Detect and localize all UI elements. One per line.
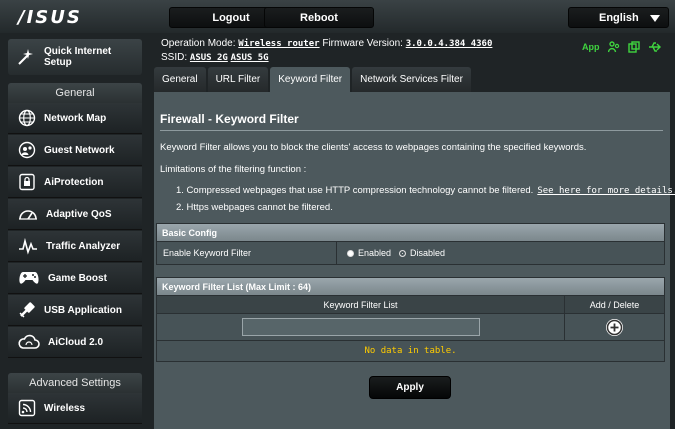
enable-keyword-filter-label: Enable Keyword Filter: [157, 242, 337, 264]
chevron-down-icon: [650, 15, 660, 22]
sidebar-item-label: USB Application: [44, 304, 122, 316]
general-section-header: General: [8, 83, 142, 103]
keyword-list-header: Keyword Filter List (Max Limit : 64): [157, 278, 664, 295]
reboot-button[interactable]: Reboot: [264, 7, 374, 28]
sidebar-item-adaptive-qos[interactable]: Adaptive QoS: [8, 199, 142, 230]
firmware-label: Firmware Version:: [322, 38, 403, 49]
sidebar-item-wireless[interactable]: Wireless: [8, 393, 142, 424]
usb-status-icon[interactable]: [648, 41, 662, 53]
apply-button[interactable]: Apply: [369, 376, 451, 399]
keyword-list-column-headers: Keyword Filter List Add / Delete: [157, 295, 664, 313]
limitation-1: 1. Compressed webpages that use HTTP com…: [176, 185, 675, 196]
firewall-tabs: General URL Filter Keyword Filter Networ…: [154, 67, 471, 92]
keyword-input[interactable]: [241, 318, 480, 336]
disabled-radio[interactable]: [399, 249, 407, 257]
description-text: Keyword Filter allows you to block the c…: [160, 142, 587, 153]
sidebar-item-label: Adaptive QoS: [46, 208, 112, 220]
sidebar-item-label: Guest Network: [44, 144, 115, 156]
lock-icon: [19, 173, 35, 191]
qis-label-2: Setup: [44, 57, 72, 68]
enable-keyword-filter-row: Enable Keyword Filter Enabled Disabled: [157, 241, 664, 264]
asus-logo: /ISUS: [18, 7, 82, 28]
tab-general[interactable]: General: [154, 67, 206, 92]
operation-info: Operation Mode: Wireless router Firmware…: [161, 37, 492, 65]
advanced-settings-header: Advanced Settings: [8, 373, 142, 393]
title-divider: [160, 130, 663, 131]
top-bar: /ISUS Logout Reboot English: [0, 0, 675, 33]
cloud-icon: [18, 334, 40, 349]
limitations-heading: Limitations of the filtering function :: [160, 164, 307, 175]
op-mode-label: Operation Mode:: [161, 38, 236, 49]
qis-label-1: Quick Internet: [44, 46, 112, 57]
traffic-icon: [19, 237, 37, 255]
ssid-label: SSID:: [161, 52, 188, 63]
keyword-input-row: [157, 313, 664, 340]
ssid-5g-link[interactable]: ASUS_5G: [231, 53, 269, 63]
sidebar-item-label: AiCloud 2.0: [48, 336, 104, 348]
disabled-label: Disabled: [410, 248, 446, 258]
sidebar-item-label: Game Boost: [48, 272, 107, 284]
quick-internet-setup-button[interactable]: Quick Internet Setup: [8, 39, 142, 75]
guest-network-icon: [18, 141, 36, 159]
sidebar: Quick Internet Setup General Network Map…: [0, 33, 150, 429]
sidebar-item-network-map[interactable]: Network Map: [8, 103, 142, 134]
app-link[interactable]: App: [582, 42, 600, 52]
sidebar-item-label: Traffic Analyzer: [46, 240, 121, 252]
keyword-filter-list-table: Keyword Filter List (Max Limit : 64) Key…: [156, 277, 665, 362]
firmware-link[interactable]: 3.0.0.4.384_4360: [406, 39, 493, 49]
ssid-2g-link[interactable]: ASUS_2G: [190, 53, 228, 63]
basic-config-table: Basic Config Enable Keyword Filter Enabl…: [156, 223, 665, 265]
content-panel: Firewall - Keyword Filter Keyword Filter…: [154, 92, 675, 429]
tab-url-filter[interactable]: URL Filter: [207, 67, 269, 92]
status-icons: App: [582, 41, 662, 53]
no-data-message: No data in table.: [157, 340, 664, 361]
plus-icon: [606, 319, 623, 335]
sidebar-item-usb-application[interactable]: USB Application: [8, 295, 142, 326]
sidebar-item-guest-network[interactable]: Guest Network: [8, 135, 142, 166]
sidebar-item-label: Wireless: [44, 402, 86, 414]
op-mode-link[interactable]: Wireless router: [238, 39, 319, 49]
enabled-label: Enabled: [358, 248, 392, 258]
sidebar-item-label: AiProtection: [44, 176, 104, 188]
sidebar-item-game-boost[interactable]: Game Boost: [8, 263, 142, 294]
sidebar-item-aicloud[interactable]: AiCloud 2.0: [8, 327, 142, 358]
sidebar-item-label: Network Map: [44, 112, 107, 124]
copy-icon[interactable]: [627, 41, 640, 53]
keyword-column-header: Keyword Filter List: [157, 296, 565, 313]
network-map-icon: [18, 109, 36, 127]
wireless-icon: [18, 399, 36, 417]
tab-keyword-filter[interactable]: Keyword Filter: [270, 67, 351, 92]
limitation-1-text: 1. Compressed webpages that use HTTP com…: [176, 185, 534, 196]
usb-icon: [19, 302, 35, 318]
sidebar-item-aiprotection[interactable]: AiProtection: [8, 167, 142, 198]
gamepad-icon: [19, 272, 39, 284]
tab-network-services-filter[interactable]: Network Services Filter: [352, 67, 471, 92]
add-delete-column-header: Add / Delete: [589, 299, 640, 310]
add-keyword-button[interactable]: [606, 318, 623, 336]
clients-icon[interactable]: [607, 41, 620, 53]
page-title: Firewall - Keyword Filter: [160, 112, 299, 126]
gauge-icon: [19, 210, 37, 220]
sidebar-item-traffic-analyzer[interactable]: Traffic Analyzer: [8, 231, 142, 262]
basic-config-header: Basic Config: [157, 224, 664, 241]
enable-options: Enabled Disabled: [337, 242, 664, 264]
more-details-link[interactable]: See here for more details.: [537, 186, 675, 196]
enabled-radio[interactable]: [347, 249, 354, 257]
language-value: English: [599, 11, 639, 24]
language-select[interactable]: English: [568, 7, 669, 28]
wizard-icon: [18, 49, 33, 65]
limitation-2: 2. Https webpages cannot be filtered.: [176, 202, 333, 213]
